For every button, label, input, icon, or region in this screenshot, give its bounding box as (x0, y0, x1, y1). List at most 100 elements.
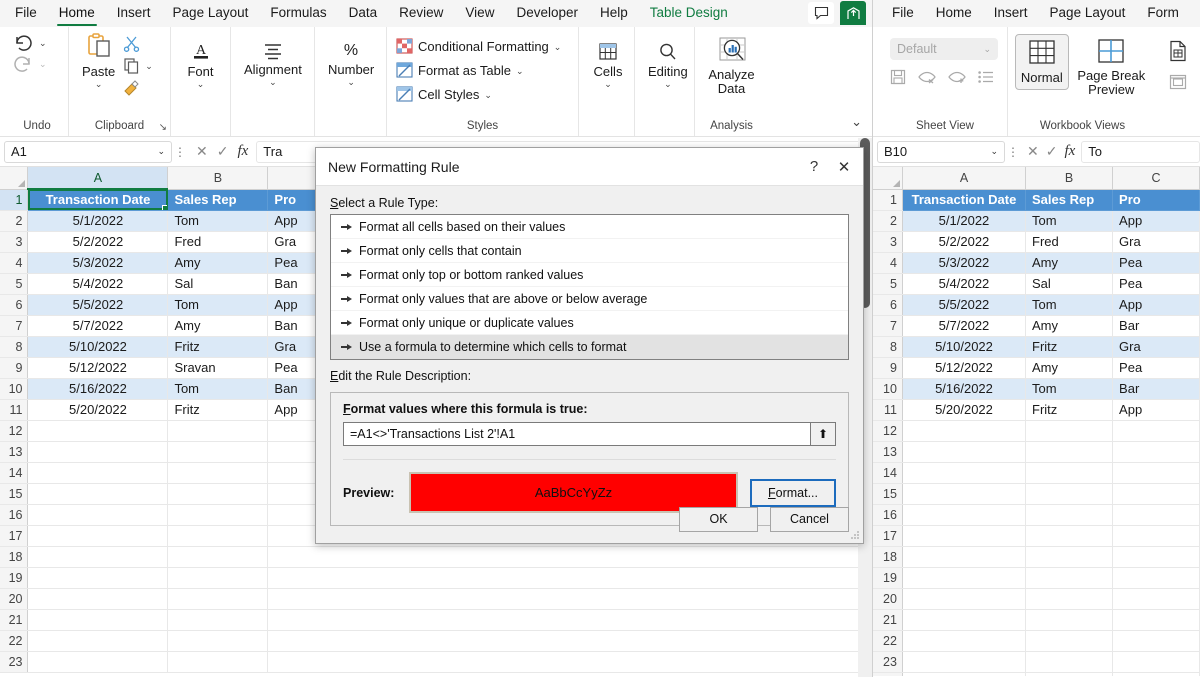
row-header-14[interactable]: 14 (0, 462, 29, 484)
collapse-dialog-icon[interactable]: ⬆ (811, 422, 836, 446)
row-header-9[interactable]: 9 (0, 357, 29, 379)
column-header-a-right[interactable]: A (902, 167, 1027, 190)
save-sheet-view-icon[interactable] (890, 69, 906, 85)
cell-b3[interactable]: Fred (167, 231, 269, 253)
cell-c7-right[interactable]: Bar (1112, 315, 1200, 337)
row-header-9-right[interactable]: 9 (873, 357, 903, 379)
cell-a12-right[interactable] (902, 420, 1027, 442)
row-header-10[interactable]: 10 (0, 378, 29, 400)
cell-b16-right[interactable] (1025, 504, 1114, 526)
row-header-10-right[interactable]: 10 (873, 378, 903, 400)
tab-review[interactable]: Review (388, 1, 454, 27)
tab-home-right[interactable]: Home (925, 1, 983, 27)
cell-c15-right[interactable] (1112, 483, 1200, 505)
cell-a7-right[interactable]: 5/7/2022 (902, 315, 1027, 337)
cell-b10[interactable]: Tom (167, 378, 269, 400)
rule-type-option-0[interactable]: Format all cells based on their values (331, 215, 848, 239)
cell-a17[interactable] (27, 525, 169, 547)
rule-type-option-5[interactable]: Use a formula to determine which cells t… (331, 335, 848, 359)
tab-insert-right[interactable]: Insert (983, 1, 1039, 27)
cell-b22-right[interactable] (1025, 630, 1114, 652)
row-header-4-right[interactable]: 4 (873, 252, 903, 274)
rule-type-option-2[interactable]: Format only top or bottom ranked values (331, 263, 848, 287)
cell-c2-right[interactable]: App (1112, 210, 1200, 232)
row-header-16-right[interactable]: 16 (873, 504, 903, 526)
confirm-entry-icon[interactable]: ✓ (217, 143, 229, 160)
tab-help[interactable]: Help (589, 1, 639, 27)
row-header-5[interactable]: 5 (0, 273, 29, 295)
cell-a11[interactable]: 5/20/2022 (27, 399, 169, 421)
format-painter-icon[interactable] (123, 79, 153, 96)
cell-c16-right[interactable] (1112, 504, 1200, 526)
tab-view[interactable]: View (454, 1, 505, 27)
row-header-17-right[interactable]: 17 (873, 525, 903, 547)
row-header-3[interactable]: 3 (0, 231, 29, 253)
cell-styles-button[interactable]: Cell Styles ⌄ (394, 84, 571, 104)
cell-c13-right[interactable] (1112, 441, 1200, 463)
cell-a11-right[interactable]: 5/20/2022 (902, 399, 1027, 421)
row-header-4[interactable]: 4 (0, 252, 29, 274)
tab-data[interactable]: Data (338, 1, 389, 27)
cell-b1-right[interactable]: Sales Rep (1025, 189, 1114, 211)
chevron-down-icon[interactable]: ⌄ (157, 146, 165, 157)
cell-b13[interactable] (167, 441, 269, 463)
help-icon[interactable]: ? (799, 152, 829, 182)
cell-a15[interactable] (27, 483, 169, 505)
cell-a19[interactable] (27, 567, 169, 589)
cell-b6-right[interactable]: Tom (1025, 294, 1114, 316)
cell-a1[interactable]: Transaction Date (27, 189, 169, 211)
cell-b6[interactable]: Tom (167, 294, 269, 316)
row-header-20[interactable]: 20 (0, 588, 29, 610)
cell-c22[interactable] (267, 630, 872, 652)
cell-b3-right[interactable]: Fred (1025, 231, 1114, 253)
row-header-2[interactable]: 2 (0, 210, 29, 232)
cell-b20-right[interactable] (1025, 588, 1114, 610)
ok-button[interactable]: OK (679, 506, 758, 532)
cell-c20[interactable] (267, 588, 872, 610)
cell-a24-right[interactable] (902, 672, 1027, 676)
cell-a22-right[interactable] (902, 630, 1027, 652)
row-header-16[interactable]: 16 (0, 504, 29, 526)
cell-b21[interactable] (167, 609, 269, 631)
row-header-20-right[interactable]: 20 (873, 588, 903, 610)
cell-a19-right[interactable] (902, 567, 1027, 589)
format-as-table-button[interactable]: Format as Table ⌄ (394, 60, 571, 80)
cell-a12[interactable] (27, 420, 169, 442)
row-header-12[interactable]: 12 (0, 420, 29, 442)
normal-view-button[interactable]: Normal (1015, 34, 1069, 90)
sheet-view-options-icon[interactable] (978, 70, 994, 84)
cell-c1-right[interactable]: Pro (1112, 189, 1200, 211)
tab-insert[interactable]: Insert (106, 1, 162, 27)
share-icon[interactable] (840, 1, 866, 25)
cell-c19-right[interactable] (1112, 567, 1200, 589)
column-header-a[interactable]: A (27, 167, 169, 190)
cell-c23-right[interactable] (1112, 651, 1200, 673)
cell-b19[interactable] (167, 567, 269, 589)
cell-b14[interactable] (167, 462, 269, 484)
cell-b11[interactable]: Fritz (167, 399, 269, 421)
cell-b4[interactable]: Amy (167, 252, 269, 274)
cell-c20-right[interactable] (1112, 588, 1200, 610)
cell-b7[interactable]: Amy (167, 315, 269, 337)
row-header-3-right[interactable]: 3 (873, 231, 903, 253)
cell-a21[interactable] (27, 609, 169, 631)
cell-c18-right[interactable] (1112, 546, 1200, 568)
rule-type-list[interactable]: Format all cells based on their values F… (330, 214, 849, 360)
cell-a4-right[interactable]: 5/3/2022 (902, 252, 1027, 274)
cell-a8[interactable]: 5/10/2022 (27, 336, 169, 358)
cell-c21[interactable] (267, 609, 872, 631)
cell-b10-right[interactable]: Tom (1025, 378, 1114, 400)
cell-a2[interactable]: 5/1/2022 (27, 210, 169, 232)
row-header-6[interactable]: 6 (0, 294, 29, 316)
cell-a7[interactable]: 5/7/2022 (27, 315, 169, 337)
cell-c4-right[interactable]: Pea (1112, 252, 1200, 274)
editing-button[interactable]: Editing ⌄ (642, 40, 694, 89)
cell-a16[interactable] (27, 504, 169, 526)
cell-b21-right[interactable] (1025, 609, 1114, 631)
cell-b4-right[interactable]: Amy (1025, 252, 1114, 274)
cell-a3-right[interactable]: 5/2/2022 (902, 231, 1027, 253)
cell-a1-right[interactable]: Transaction Date (902, 189, 1027, 211)
cell-b17[interactable] (167, 525, 269, 547)
cell-a23-right[interactable] (902, 651, 1027, 673)
cancel-entry-icon[interactable]: ✕ (1027, 143, 1039, 160)
